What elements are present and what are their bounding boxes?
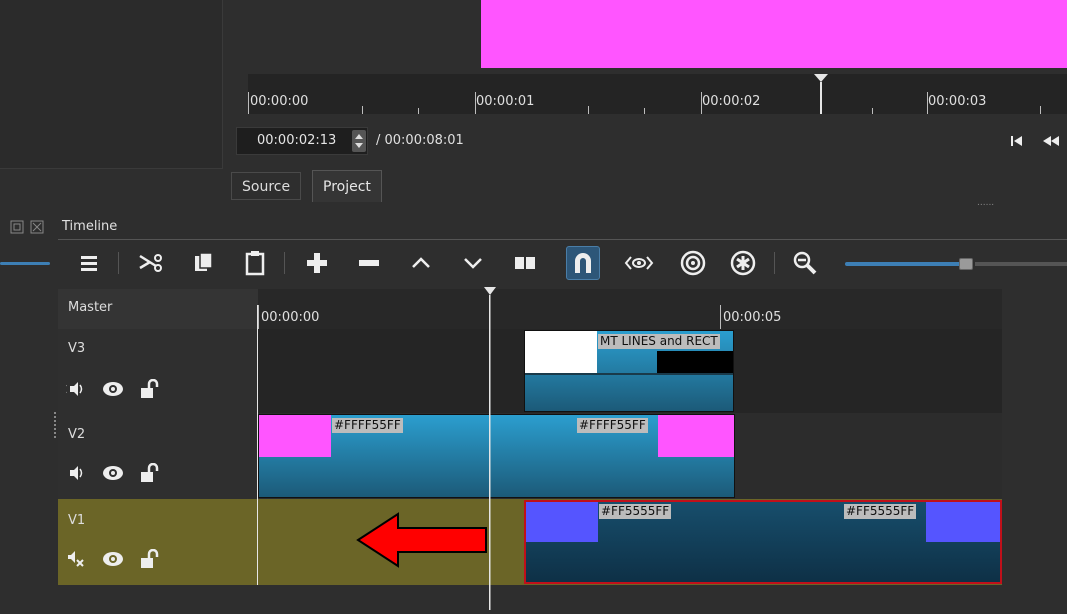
mute-icon[interactable] (66, 550, 86, 572)
left-panel (0, 0, 223, 169)
volume-icon[interactable] (63, 381, 86, 401)
preview-ruler-label-1: 00:00:01 (476, 94, 535, 109)
timeline-ruler-label-0: 00:00:00 (261, 310, 320, 325)
current-time: 00:00:02:13 (257, 133, 337, 148)
tab-project[interactable]: Project (312, 170, 382, 202)
clip-v1-thumb-end (926, 502, 1000, 542)
preview-ruler[interactable]: 00:00:00 00:00:01 00:00:02 00:00:03 (248, 74, 1067, 114)
volume-icon[interactable] (66, 465, 86, 485)
lift-icon[interactable] (404, 246, 438, 280)
preview-ruler-label-3: 00:00:03 (928, 94, 987, 109)
eye-icon[interactable] (102, 465, 124, 485)
snap-icon[interactable] (566, 246, 600, 280)
lock-icon[interactable] (140, 548, 160, 573)
lock-icon[interactable] (140, 462, 160, 487)
scissors-icon[interactable] (134, 246, 168, 280)
preview-ruler-label-0: 00:00:00 (250, 94, 309, 109)
overwrite-icon[interactable] (456, 246, 490, 280)
timeline-header-line (58, 239, 1067, 240)
clip-v2-label-end: #FFFF55FF (577, 418, 648, 433)
clip-v1[interactable]: #FF5555FF #FF5555FF (524, 500, 1002, 584)
master-header: Master (58, 289, 258, 329)
clip-v3-thumb-start (525, 331, 597, 373)
timeline-ruler[interactable]: 00:00:00 00:00:05 (258, 289, 1002, 329)
left-scroll-line[interactable] (0, 262, 50, 265)
timeline-ruler-label-1: 00:00:05 (723, 310, 782, 325)
ripple-icon[interactable] (676, 246, 710, 280)
clip-v3-label: MT LINES and RECT (598, 334, 720, 349)
rewind-icon[interactable] (1042, 133, 1060, 152)
clip-v1-label-end: #FF5555FF (844, 504, 917, 519)
zoom-out-icon[interactable] (788, 246, 822, 280)
track-header-v1[interactable]: V1 (58, 499, 258, 585)
lock-icon[interactable] (140, 378, 160, 403)
track-name-v2: V2 (68, 427, 86, 442)
eye-icon[interactable] (102, 551, 124, 571)
zoom-slider[interactable] (845, 258, 1067, 270)
ripple-all-icon[interactable] (726, 246, 760, 280)
preview-playhead[interactable] (814, 74, 828, 114)
timeline-start-line (257, 305, 258, 585)
duration-label: / 00:00:08:01 (376, 133, 464, 148)
tab-source[interactable]: Source (231, 172, 302, 200)
master-label: Master (68, 300, 113, 315)
eye-icon[interactable] (102, 381, 124, 401)
clip-v2-thumb-end (658, 415, 734, 457)
paste-icon[interactable] (238, 246, 272, 280)
splitter-handle[interactable] (54, 412, 56, 438)
skip-to-start-icon[interactable] (1010, 133, 1024, 152)
track-name-v1: V1 (68, 513, 86, 528)
track-header-v3[interactable]: V3 (58, 329, 258, 413)
dock-float-icon[interactable] (10, 219, 24, 238)
scrub-icon[interactable] (622, 246, 656, 280)
menu-icon[interactable] (72, 246, 106, 280)
clip-v3[interactable]: MT LINES and RECT (524, 330, 734, 412)
video-preview[interactable] (481, 0, 1067, 68)
tab-project-label: Project (323, 179, 371, 195)
track-name-v3: V3 (68, 341, 86, 356)
timeline-title: Timeline (62, 219, 118, 234)
clip-v1-thumb-start (526, 502, 598, 542)
copy-icon[interactable] (186, 246, 220, 280)
add-icon[interactable] (300, 246, 334, 280)
clip-v2-thumb-start (259, 415, 331, 457)
clip-v2-label-start: #FFFF55FF (332, 418, 403, 433)
resize-grip[interactable]: ...... (977, 198, 994, 208)
remove-icon[interactable] (352, 246, 386, 280)
track-header-v2[interactable]: V2 (58, 413, 258, 499)
timecode-field[interactable]: 00:00:02:13 (236, 127, 368, 155)
clip-v1-label-start: #FF5555FF (599, 504, 672, 519)
timecode-spinner[interactable] (352, 130, 366, 152)
red-arrow-annotation (356, 512, 488, 572)
clip-v3-thumb-end (657, 351, 733, 373)
split-icon[interactable] (508, 246, 542, 280)
zoom-slider-handle[interactable] (959, 258, 973, 270)
dock-close-icon[interactable] (30, 219, 44, 238)
preview-ruler-label-2: 00:00:02 (702, 94, 761, 109)
tab-source-label: Source (242, 179, 291, 195)
